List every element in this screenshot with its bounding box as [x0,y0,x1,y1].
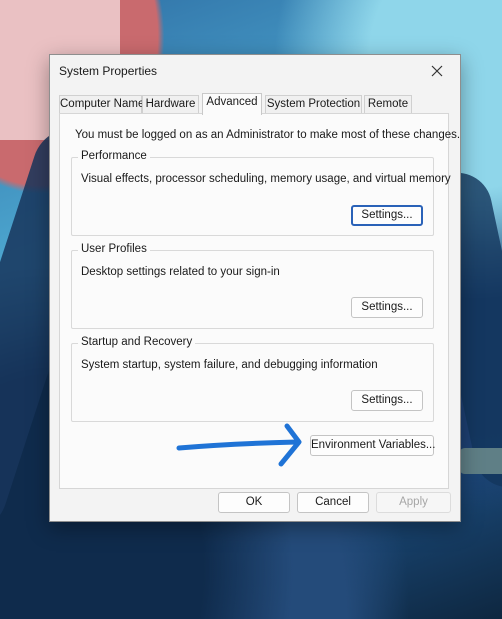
title-bar[interactable]: System Properties [50,55,460,87]
close-icon [431,65,443,77]
tab-system-protection[interactable]: System Protection [265,95,362,113]
wallpaper-rail [459,448,502,474]
startup-recovery-group: Startup and Recovery System startup, sys… [71,336,434,422]
user-profiles-title: User Profiles [78,243,150,255]
ok-button[interactable]: OK [218,492,290,513]
performance-settings-button[interactable]: Settings... [351,205,423,226]
cancel-button[interactable]: Cancel [297,492,369,513]
tab-advanced[interactable]: Advanced [202,93,262,115]
tab-remote[interactable]: Remote [364,95,412,113]
startup-recovery-description: System startup, system failure, and debu… [81,359,378,371]
dialog-title: System Properties [59,64,158,78]
tab-computer-name[interactable]: Computer Name [59,95,144,113]
performance-title: Performance [78,150,150,162]
admin-notice: You must be logged on as an Administrato… [75,129,461,141]
annotation-arrow [176,423,302,467]
startup-recovery-title: Startup and Recovery [78,336,196,348]
user-profiles-description: Desktop settings related to your sign-in [81,266,280,278]
user-profiles-settings-button[interactable]: Settings... [351,297,423,318]
performance-group: Performance Visual effects, processor sc… [71,150,451,236]
tab-hardware[interactable]: Hardware [142,95,199,113]
startup-recovery-settings-button[interactable]: Settings... [351,390,423,411]
environment-variables-button[interactable]: Environment Variables... [310,435,435,456]
close-button[interactable] [414,55,460,87]
performance-description: Visual effects, processor scheduling, me… [81,173,451,185]
apply-button[interactable]: Apply [376,492,451,513]
user-profiles-group: User Profiles Desktop settings related t… [71,243,434,329]
